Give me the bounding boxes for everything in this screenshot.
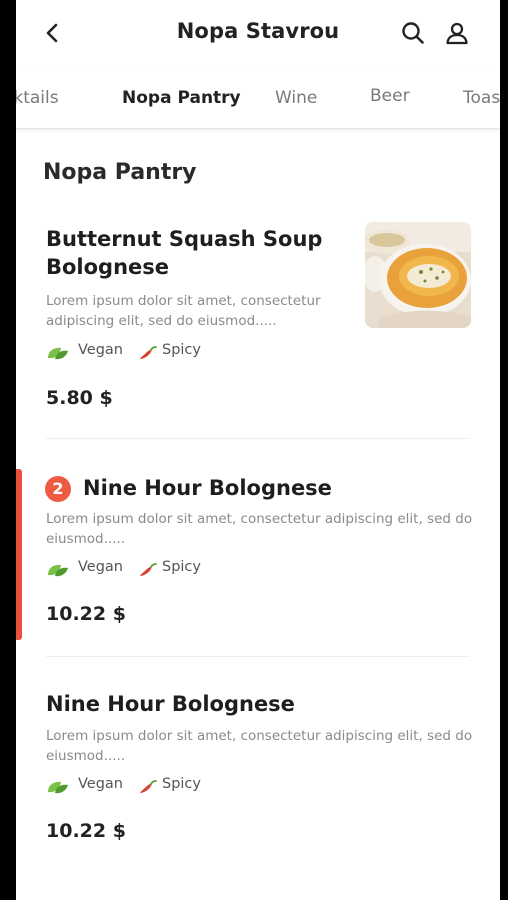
item-name: Nine Hour Bolognese: [46, 692, 295, 716]
item-name: Nine Hour Bolognese: [83, 476, 332, 500]
item-description-line2: eiusmod.....: [46, 748, 126, 764]
item-description-line2: eiusmod.....: [46, 531, 126, 547]
soup-bowl-photo: [365, 222, 471, 328]
leaf-icon: [48, 564, 68, 577]
item-photo[interactable]: [365, 222, 471, 328]
tab-beer[interactable]: Beer: [370, 86, 410, 106]
tab-cocktails[interactable]: cktails: [16, 88, 59, 108]
chili-pepper-icon: [140, 780, 157, 793]
item-name: Butternut Squash Soup: [46, 227, 323, 251]
page-title: Nopa Stavrou: [176, 19, 340, 43]
item-description: Lorem ipsum dolor sit amet, consectetur: [46, 293, 321, 309]
quantity-badge: 2: [45, 476, 71, 502]
search-button[interactable]: [400, 20, 426, 46]
leaf-icon: [48, 347, 68, 360]
top-bar: Nopa Stavrou: [16, 0, 500, 66]
item-divider: [46, 656, 470, 657]
item-name-line2: Bolognese: [46, 255, 170, 279]
item-description-line2: adipiscing elit, sed do eiusmod.....: [46, 313, 277, 329]
search-icon: [402, 22, 424, 44]
selection-indicator: [16, 469, 22, 640]
user-icon: [446, 22, 468, 45]
category-tabs: cktails Nopa Pantry Wine Beer Toas: [16, 66, 500, 129]
tab-nopa-pantry[interactable]: Nopa Pantry: [122, 88, 241, 108]
tab-toast[interactable]: Toas: [463, 88, 500, 108]
item-price: 10.22 $: [46, 820, 126, 842]
tab-wine[interactable]: Wine: [275, 88, 317, 108]
section-title: Nopa Pantry: [43, 160, 197, 185]
account-button[interactable]: [444, 20, 470, 46]
app-screen: Nopa Stavrou cktails Nopa Pantry Wine Be…: [16, 0, 500, 900]
chili-pepper-icon: [140, 563, 157, 576]
item-description: Lorem ipsum dolor sit amet, consectetur …: [46, 728, 473, 744]
leaf-icon: [48, 781, 68, 794]
item-price: 5.80 $: [46, 387, 113, 409]
chili-pepper-icon: [140, 346, 157, 359]
item-divider: [46, 438, 470, 439]
item-price: 10.22 $: [46, 603, 126, 625]
item-description: Lorem ipsum dolor sit amet, consectetur …: [46, 511, 473, 527]
